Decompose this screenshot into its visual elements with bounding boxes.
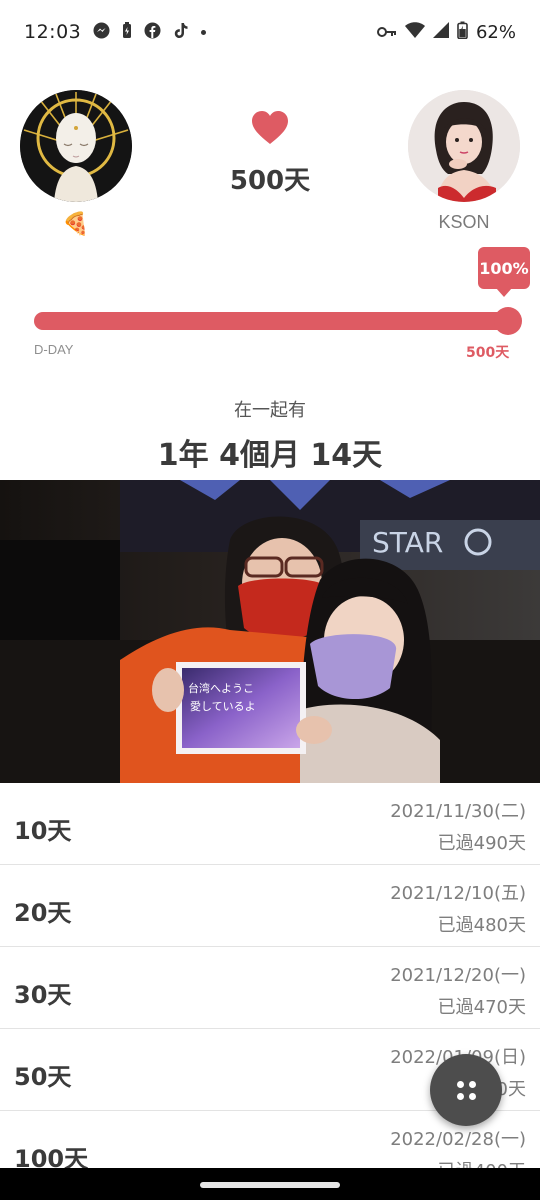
tiktok-icon <box>173 22 189 43</box>
vpn-key-icon <box>376 23 397 42</box>
milestone-row[interactable]: 30天 2021/12/20(一) 已過470天 <box>0 947 540 1029</box>
milestone-elapsed: 已過470天 <box>437 997 526 1018</box>
progress-knob <box>494 307 522 335</box>
milestone-list: 10天 2021/11/30(二) 已過490天 20天 2021/12/10(… <box>0 783 540 1193</box>
together-duration: 1年 4個月 14天 <box>157 438 383 473</box>
milestone-date: 2022/02/28(一) <box>390 1129 526 1150</box>
card-line1: 台湾へようこ <box>188 681 254 695</box>
pizza-emoji: 🍕 <box>62 212 90 237</box>
milestone-elapsed: 已過480天 <box>437 915 526 936</box>
progress-end-label: 500天 <box>466 345 510 361</box>
milestone-title: 30天 <box>14 981 72 1009</box>
milestone-title: 10天 <box>14 817 72 845</box>
milestone-date: 2021/11/30(二) <box>390 801 526 822</box>
home-gesture-handle[interactable] <box>200 1182 340 1188</box>
milestone-row[interactable]: 20天 2021/12/10(五) 已過480天 <box>0 865 540 947</box>
signal-icon <box>432 21 449 43</box>
battery-charging-icon <box>457 21 468 43</box>
apps-fab-button[interactable] <box>430 1054 502 1126</box>
partner-name: KSON <box>438 212 490 232</box>
couple-photo[interactable]: STAR 台湾へようこ 愛しているよ <box>0 480 540 783</box>
heart-icon <box>250 108 290 148</box>
milestone-date: 2021/12/20(一) <box>390 965 526 986</box>
dot-icon <box>201 29 207 35</box>
apps-dots-icon <box>456 1080 476 1100</box>
my-avatar[interactable] <box>20 90 132 202</box>
milestone-elapsed: 已過490天 <box>437 833 526 854</box>
status-time: 12:03 <box>24 21 82 43</box>
battery-saver-icon <box>122 21 132 43</box>
star-sign: STAR <box>372 526 443 559</box>
progress-fill <box>34 312 508 330</box>
battery-percent: 62% <box>475 21 516 43</box>
milestone-date: 2021/12/10(五) <box>390 883 526 904</box>
milestone-title: 50天 <box>14 1063 72 1091</box>
facebook-icon <box>144 22 161 43</box>
progress-badge: 100% <box>478 247 530 297</box>
milestone-row[interactable]: 10天 2021/11/30(二) 已過490天 <box>0 783 540 865</box>
partner-avatar[interactable] <box>408 90 520 202</box>
wifi-icon <box>404 21 425 43</box>
system-nav-bar <box>0 1168 540 1200</box>
milestone-title: 20天 <box>14 899 72 927</box>
progress-bar <box>34 307 522 335</box>
together-label: 在一起有 <box>234 400 306 421</box>
card-line2: 愛しているよ <box>190 700 256 713</box>
messenger-icon <box>93 22 110 43</box>
status-bar: 12:03 62% <box>0 0 540 64</box>
days-total: 500天 <box>229 166 311 196</box>
progress-start-label: D-DAY <box>34 342 74 357</box>
